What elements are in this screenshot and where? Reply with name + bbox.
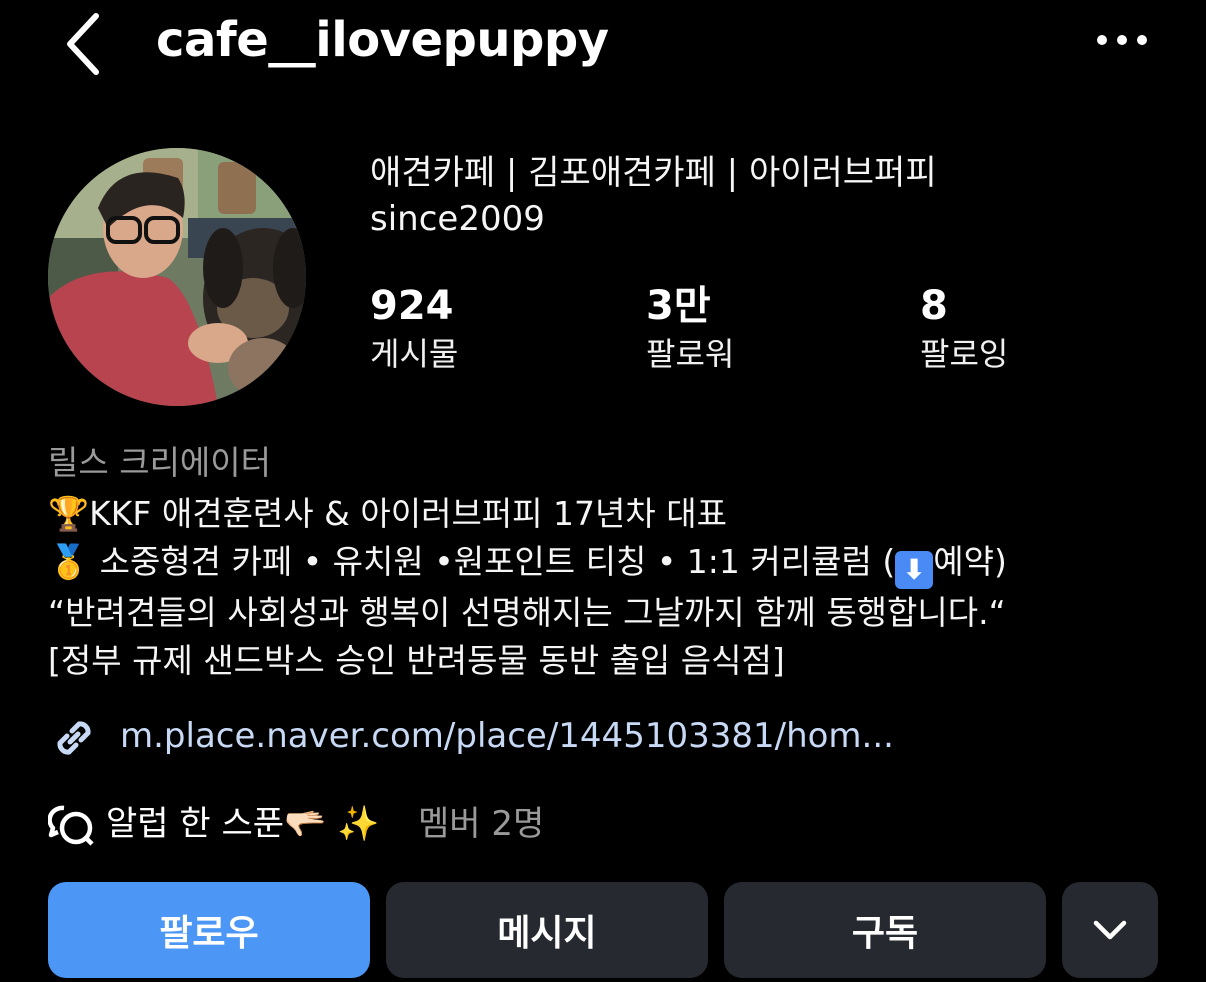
profile-avatar[interactable] xyxy=(48,148,306,406)
profile-header: cafe__ilovepuppy xyxy=(0,0,1206,90)
bio-line-4: [정부 규제 샌드박스 승인 반려동물 동반 출입 음식점] xyxy=(48,641,785,680)
stat-posts-value: 924 xyxy=(370,283,454,329)
bio-line-3: “반려견들의 사회성과 행복이 선명해지는 그날까지 함께 동행합니다.“ xyxy=(48,593,1006,632)
broadcast-channel[interactable]: 알럽 한 스푼🫳🏻 ✨ 멤버 2명 xyxy=(48,796,1148,852)
trophy-icon: 🏆 xyxy=(48,494,90,533)
stat-followers[interactable]: 3만 팔로워 xyxy=(646,280,866,376)
chevron-down-icon xyxy=(1093,920,1127,940)
bio-line-2-suffix: 예약) xyxy=(933,542,1007,581)
stat-followers-value: 3만 xyxy=(646,283,711,329)
profile-username: cafe__ilovepuppy xyxy=(156,12,609,68)
stat-following[interactable]: 8 팔로잉 xyxy=(920,280,1140,376)
channel-name: 알럽 한 스푼🫳🏻 ✨ xyxy=(106,804,380,844)
bio-line-1-text: KKF 애견훈련사 & 아이러브퍼피 17년차 대표 xyxy=(89,494,727,533)
bio-line-2: 🥇 소중형견 카페 • 유치원 •원포인트 티칭 • 1:1 커리큘럼 (⬇ 예약… xyxy=(48,538,1168,589)
bio-line-2-text: 소중형견 카페 • 유치원 •원포인트 티칭 • 1:1 커리큘럼 ( xyxy=(89,542,896,581)
full-name-line-1: 애견카페 | 김포애견카페 | 아이러브퍼피 xyxy=(370,153,937,193)
chevron-left-icon xyxy=(67,13,99,75)
profile-category: 릴스 크리에이터 xyxy=(48,443,272,482)
stat-posts-label: 게시물 xyxy=(370,335,459,373)
subscribe-button[interactable]: 구독 xyxy=(724,882,1046,978)
medal-icon: 🥇 xyxy=(48,542,90,581)
down-arrow-icon: ⬇ xyxy=(895,551,934,589)
message-button[interactable]: 메시지 xyxy=(386,882,708,978)
bio-line-1: 🏆KKF 애견훈련사 & 아이러브퍼피 17년차 대표 xyxy=(48,490,1168,538)
profile-full-name: 애견카페 | 김포애견카페 | 아이러브퍼피 since2009 xyxy=(370,150,1190,242)
follow-button[interactable]: 팔로우 xyxy=(48,882,370,978)
stat-following-value: 8 xyxy=(920,283,948,329)
full-name-line-2: since2009 xyxy=(370,199,545,239)
link-icon xyxy=(57,721,91,755)
profile-link-text[interactable]: m.place.naver.com/place/1445103381/hom..… xyxy=(120,708,894,764)
more-options-button[interactable] xyxy=(1092,22,1152,58)
stat-posts[interactable]: 924 게시물 xyxy=(370,280,590,376)
more-horizontal-icon xyxy=(1097,35,1147,45)
channel-members: 멤버 2명 xyxy=(418,804,545,844)
stat-following-label: 팔로잉 xyxy=(920,335,1009,373)
suggested-accounts-button[interactable] xyxy=(1062,882,1158,978)
stat-followers-label: 팔로워 xyxy=(646,335,735,373)
back-button[interactable] xyxy=(58,6,114,76)
avatar-photo xyxy=(48,148,306,406)
profile-link[interactable]: m.place.naver.com/place/1445103381/hom..… xyxy=(48,708,1148,764)
profile-bio: 🏆KKF 애견훈련사 & 아이러브퍼피 17년차 대표 🥇 소중형견 카페 • … xyxy=(48,490,1168,685)
chat-bubbles-icon xyxy=(48,805,94,846)
